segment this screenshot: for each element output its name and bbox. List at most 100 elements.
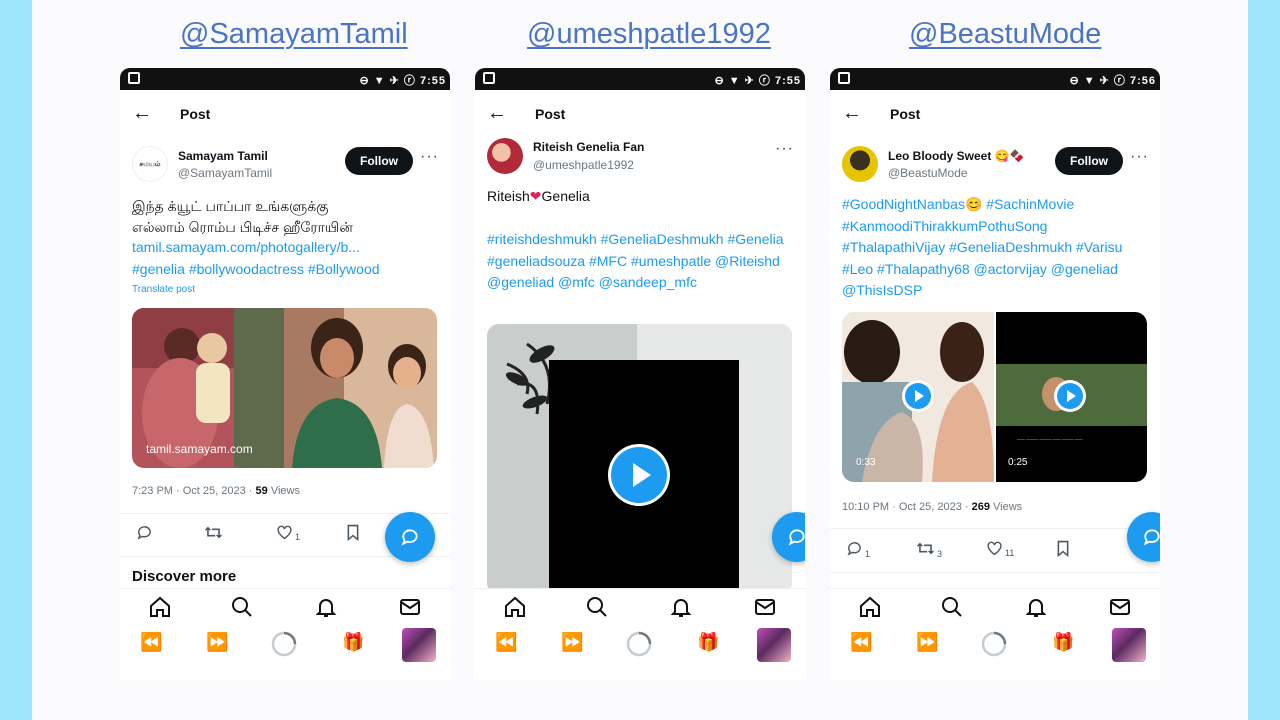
author-handle[interactable]: @BeastuMode xyxy=(888,166,968,180)
post-timestamp: 7:23 PM · Oct 25, 2023 · xyxy=(132,485,256,497)
rewind-icon[interactable]: ⏪ xyxy=(495,632,517,653)
thumbnail-image[interactable] xyxy=(1112,628,1146,662)
gift-icon[interactable]: 🎁 xyxy=(1052,632,1074,653)
like-button[interactable]: 1 xyxy=(276,524,300,544)
bookmark-icon[interactable] xyxy=(346,524,360,545)
post-image[interactable]: tamil.samayam.com xyxy=(132,308,437,468)
avatar[interactable] xyxy=(842,146,878,182)
bell-icon[interactable] xyxy=(669,595,693,624)
mail-icon[interactable] xyxy=(398,595,422,624)
phone-screenshot-3: ⊖ ▼ ✈ ⓡ 7:56 ← Post Leo Bloody Sweet 😋🍫 … xyxy=(830,68,1160,680)
rewind-icon[interactable]: ⏪ xyxy=(850,632,872,653)
reply-count: 1 xyxy=(865,549,871,559)
loading-spinner-icon xyxy=(625,630,653,663)
back-arrow-icon[interactable]: ← xyxy=(132,102,152,125)
bottom-nav xyxy=(830,588,1160,624)
search-icon[interactable] xyxy=(940,595,964,624)
play-triangle xyxy=(915,390,924,402)
author-handle[interactable]: @SamayamTamil xyxy=(178,166,272,180)
bell-icon[interactable] xyxy=(1024,595,1048,624)
reply-bubble-icon xyxy=(788,529,805,546)
rewind-icon[interactable]: ⏪ xyxy=(140,632,162,653)
author-name[interactable]: Leo Bloody Sweet 😋🍫 xyxy=(888,149,1025,163)
gift-icon[interactable]: 🎁 xyxy=(697,632,719,653)
author-handle[interactable]: @umeshpatle1992 xyxy=(533,158,634,172)
follow-button[interactable]: Follow xyxy=(1055,147,1123,175)
like-count: 1 xyxy=(295,532,301,542)
post-timestamp: 10:10 PM · Oct 25, 2023 · xyxy=(842,501,972,513)
notification-icon xyxy=(838,72,850,84)
like-button[interactable]: 11 xyxy=(986,540,1014,560)
bell-icon[interactable] xyxy=(314,595,338,624)
video-duration: 0:25 xyxy=(1008,457,1028,468)
system-bar: ⏪ ⏩ 🎁 xyxy=(120,624,450,668)
search-icon[interactable] xyxy=(585,595,609,624)
discover-more-heading: Discover more xyxy=(132,568,237,585)
post-hashtags[interactable]: #genelia #bollywoodactress #Bollywood xyxy=(132,259,442,281)
fast-forward-icon[interactable]: ⏩ xyxy=(561,632,583,653)
phone-screenshot-1: ⊖ ▼ ✈ ⓡ 7:55 ← Post சமயம் Samayam Tamil … xyxy=(120,68,450,680)
status-bar: ⊖ ▼ ✈ ⓡ 7:55 xyxy=(120,68,450,90)
play-triangle xyxy=(633,463,651,487)
panel-handle-beastumode[interactable]: @BeastuMode xyxy=(909,18,1101,51)
home-icon[interactable] xyxy=(858,595,882,624)
panel-handle-samayamtamil[interactable]: @SamayamTamil xyxy=(180,18,408,51)
post-video[interactable] xyxy=(487,324,792,594)
home-icon[interactable] xyxy=(503,595,527,624)
translate-post-link[interactable]: Translate post xyxy=(132,284,195,295)
fast-forward-icon[interactable]: ⏩ xyxy=(206,632,228,653)
author-name[interactable]: Riteish Genelia Fan xyxy=(533,140,644,154)
post-meta: 10:10 PM · Oct 25, 2023 · 269 Views xyxy=(842,501,1022,513)
repost-icon[interactable] xyxy=(204,524,223,545)
compose-reply-fab[interactable] xyxy=(385,512,435,562)
back-arrow-icon[interactable]: ← xyxy=(487,102,507,125)
page-title: Post xyxy=(890,106,921,122)
reply-icon[interactable] xyxy=(136,524,153,545)
more-dots-icon[interactable]: ··· xyxy=(775,140,794,158)
avatar[interactable] xyxy=(487,138,523,174)
play-button[interactable] xyxy=(1054,380,1086,412)
views-label: Views xyxy=(989,501,1023,513)
reply-button[interactable]: 1 xyxy=(846,540,870,561)
notification-icon xyxy=(128,72,140,84)
post-topbar: ← Post xyxy=(120,98,450,132)
views-count: 269 xyxy=(971,501,990,513)
more-dots-icon[interactable]: ··· xyxy=(1130,148,1149,166)
status-icons: ⊖ ▼ ✈ ⓡ 7:55 xyxy=(714,75,801,87)
video-thumbnails: —— ——— ——— —— ——— —— xyxy=(842,312,1147,482)
panel-handle-umeshpatle1992[interactable]: @umeshpatle1992 xyxy=(527,18,771,51)
image-watermark: tamil.samayam.com xyxy=(146,442,253,456)
repost-button[interactable]: 3 xyxy=(916,540,942,561)
follow-button[interactable]: Follow xyxy=(345,147,413,175)
more-dots-icon[interactable]: ··· xyxy=(420,148,439,166)
play-button[interactable] xyxy=(902,380,934,412)
post-text-line: எல்லாம் ரொம்ப பிடிச்ச ஹீரோயின் xyxy=(132,219,353,235)
post-actions: 1 3 11 xyxy=(842,536,1147,566)
author-name[interactable]: Samayam Tamil xyxy=(178,149,268,163)
post-text: இந்த க்யூட் பாப்பா உங்களுக்கு எல்லாம் ரொ… xyxy=(132,196,437,238)
back-arrow-icon[interactable]: ← xyxy=(842,102,862,125)
avatar[interactable]: சமயம் xyxy=(132,146,168,182)
search-icon[interactable] xyxy=(230,595,254,624)
bookmark-icon[interactable] xyxy=(1056,540,1070,561)
thumbnail-image[interactable] xyxy=(402,628,436,662)
mail-icon[interactable] xyxy=(1108,595,1132,624)
thumbnail-image[interactable] xyxy=(757,628,791,662)
play-button[interactable] xyxy=(608,444,670,506)
status-bar: ⊖ ▼ ✈ ⓡ 7:55 xyxy=(475,68,805,90)
play-icon xyxy=(611,447,667,503)
post-hashtags[interactable]: #riteishdeshmukh #GeneliaDeshmukh #Genel… xyxy=(487,229,797,294)
status-bar: ⊖ ▼ ✈ ⓡ 7:56 xyxy=(830,68,1160,90)
post-hashtags[interactable]: #GoodNightNanbas😊 #SachinMovie #Kanmoodi… xyxy=(842,194,1142,302)
post-topbar: ← Post xyxy=(830,98,1160,132)
fast-forward-icon[interactable]: ⏩ xyxy=(916,632,938,653)
home-icon[interactable] xyxy=(148,595,172,624)
gift-icon[interactable]: 🎁 xyxy=(342,632,364,653)
divider xyxy=(830,528,1160,529)
mail-icon[interactable] xyxy=(753,595,777,624)
post-text-part: Riteish xyxy=(487,188,530,204)
post-link[interactable]: tamil.samayam.com/photogallery/b... xyxy=(132,237,432,259)
system-bar: ⏪ ⏩ 🎁 xyxy=(475,624,805,668)
post-meta: 7:23 PM · Oct 25, 2023 · 59 Views xyxy=(132,485,300,497)
video-duration: 0:33 xyxy=(856,457,876,468)
